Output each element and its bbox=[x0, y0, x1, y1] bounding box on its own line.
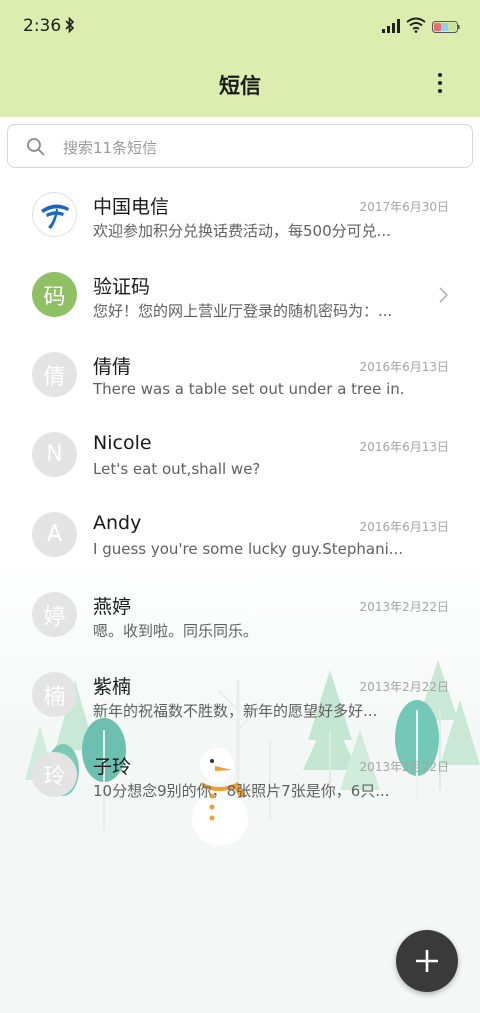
contact-name: 中国电信 bbox=[93, 196, 170, 218]
message-date: 2016年6月13日 bbox=[359, 360, 449, 374]
message-date: 2016年6月13日 bbox=[359, 520, 449, 534]
page-title: 短信 bbox=[219, 74, 261, 98]
contact-name: Andy bbox=[93, 512, 142, 534]
more-dot-icon bbox=[438, 89, 442, 93]
contact-name: 子玲 bbox=[93, 756, 132, 778]
conversation-row[interactable]: 玲 子玲 10分想念9别的你，8张照片7张是你，6只... 2013年2月22日 bbox=[0, 735, 480, 815]
new-message-button[interactable] bbox=[396, 930, 458, 992]
message-preview: There was a table set out under a tree i… bbox=[93, 380, 403, 398]
chevron-right-icon bbox=[439, 287, 449, 303]
more-options-button[interactable] bbox=[428, 70, 452, 96]
message-date: 2016年6月13日 bbox=[359, 440, 449, 454]
message-preview: 欢迎参加积分兑换话费活动，每500分可兑... bbox=[93, 222, 391, 240]
message-preview: 嗯。收到啦。同乐同乐。 bbox=[93, 622, 259, 640]
bluetooth-icon bbox=[65, 16, 75, 34]
china-telecom-logo-icon bbox=[40, 203, 69, 229]
contact-name: 燕婷 bbox=[93, 596, 132, 618]
contact-name: 紫楠 bbox=[93, 676, 132, 698]
avatar bbox=[32, 192, 77, 237]
search-placeholder: 搜索11条短信 bbox=[63, 139, 158, 157]
status-time: 2:36 bbox=[23, 16, 62, 36]
message-date: 2013年2月22日 bbox=[359, 760, 449, 774]
signal-icon bbox=[382, 19, 400, 33]
avatar: 倩 bbox=[32, 352, 77, 397]
avatar: 楠 bbox=[32, 672, 77, 717]
contact-name: 倩倩 bbox=[93, 356, 132, 378]
plus-icon bbox=[416, 950, 438, 972]
conversation-row[interactable]: 倩 倩倩 There was a table set out under a t… bbox=[0, 335, 480, 415]
message-preview: 10分想念9别的你，8张照片7张是你，6只... bbox=[93, 782, 390, 800]
message-date: 2013年2月22日 bbox=[359, 680, 449, 694]
conversation-row[interactable]: A Andy I guess you're some lucky guy.Ste… bbox=[0, 495, 480, 575]
search-input[interactable]: 搜索11条短信 bbox=[7, 124, 473, 168]
status-bar: 2:36 bbox=[0, 0, 480, 52]
message-date: 2013年2月22日 bbox=[359, 600, 449, 614]
avatar: A bbox=[32, 512, 77, 557]
message-date: 2017年6月30日 bbox=[359, 200, 449, 214]
more-dot-icon bbox=[438, 73, 442, 77]
contact-name: Nicole bbox=[93, 432, 152, 454]
avatar: 玲 bbox=[32, 752, 77, 797]
message-preview: 您好！您的网上营业厅登录的随机密码为：... bbox=[93, 302, 393, 320]
avatar: N bbox=[32, 432, 77, 477]
conversation-row[interactable]: 中国电信 欢迎参加积分兑换话费活动，每500分可兑... 2017年6月30日 bbox=[0, 175, 480, 255]
message-preview: 新年的祝福数不胜数，新年的愿望好多好... bbox=[93, 702, 378, 720]
search-icon bbox=[27, 138, 45, 156]
battery-icon bbox=[432, 21, 460, 33]
avatar: 码 bbox=[32, 272, 77, 317]
conversation-row[interactable]: 楠 紫楠 新年的祝福数不胜数，新年的愿望好多好... 2013年2月22日 bbox=[0, 655, 480, 735]
avatar: 婷 bbox=[32, 592, 77, 637]
contact-name: 验证码 bbox=[93, 276, 151, 298]
more-dot-icon bbox=[438, 81, 442, 85]
conversation-row[interactable]: 码 验证码 您好！您的网上营业厅登录的随机密码为：... bbox=[0, 255, 480, 335]
conversation-row[interactable]: N Nicole Let's eat out,shall we? 2016年6月… bbox=[0, 415, 480, 495]
conversation-row[interactable]: 婷 燕婷 嗯。收到啦。同乐同乐。 2013年2月22日 bbox=[0, 575, 480, 655]
message-preview: I guess you're some lucky guy.Stephani..… bbox=[93, 540, 403, 558]
wifi-icon bbox=[406, 17, 426, 33]
message-preview: Let's eat out,shall we? bbox=[93, 460, 261, 478]
